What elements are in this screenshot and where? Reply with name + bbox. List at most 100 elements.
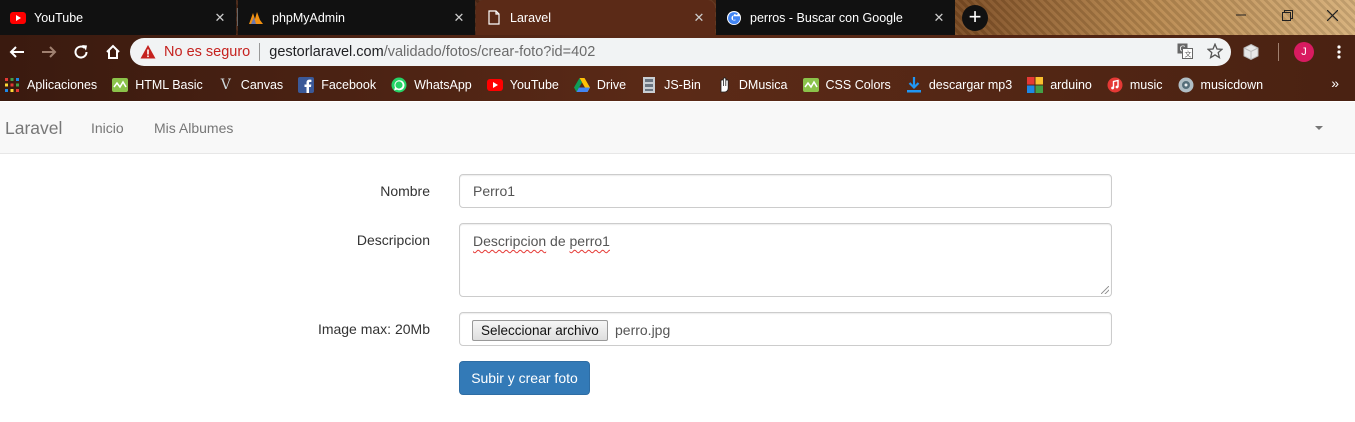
bookmark-facebook[interactable]: Facebook bbox=[298, 76, 377, 93]
jsbin-icon bbox=[641, 76, 657, 93]
bookmarks-overflow-button[interactable]: » bbox=[1331, 75, 1339, 91]
resize-handle-icon[interactable] bbox=[1101, 286, 1109, 294]
descripcion-textarea[interactable]: Descripcion de perro1 bbox=[459, 223, 1112, 297]
extension-cube-icon[interactable] bbox=[1242, 43, 1260, 61]
descripcion-word: Descripcion bbox=[473, 233, 547, 249]
apps-grid-icon bbox=[4, 77, 20, 93]
restore-button[interactable] bbox=[1264, 0, 1310, 30]
youtube-icon bbox=[486, 77, 503, 93]
home-button[interactable] bbox=[98, 37, 128, 67]
download-icon bbox=[906, 76, 922, 93]
bookmark-youtube[interactable]: YouTube bbox=[486, 77, 559, 93]
bookmark-label: descargar mp3 bbox=[928, 77, 1013, 92]
bookmarks-bar: Aplicaciones HTML Basic V Canvas Faceboo… bbox=[0, 68, 1355, 101]
bookmark-label: Facebook bbox=[321, 77, 377, 92]
browser-toolbar: No es seguro gestorlaravel.com/validado/… bbox=[0, 35, 1355, 68]
forward-arrow-icon bbox=[42, 45, 57, 58]
bookmark-css-colors[interactable]: CSS Colors bbox=[802, 77, 891, 93]
reload-icon bbox=[74, 44, 88, 59]
bookmark-label: music bbox=[1129, 77, 1163, 92]
choose-file-button[interactable]: Seleccionar archivo bbox=[472, 320, 608, 341]
selected-file-name: perro.jpg bbox=[615, 322, 671, 338]
css-colors-icon bbox=[802, 77, 819, 93]
canvas-icon: V bbox=[220, 76, 231, 93]
reload-button[interactable] bbox=[66, 37, 96, 67]
new-tab-button[interactable]: + bbox=[962, 5, 988, 31]
facebook-icon bbox=[298, 76, 315, 93]
navbar-brand[interactable]: Laravel bbox=[5, 118, 62, 139]
bookmark-descargar-mp3[interactable]: descargar mp3 bbox=[906, 76, 1013, 93]
phpmyadmin-icon bbox=[248, 10, 264, 26]
google-icon bbox=[726, 10, 742, 26]
close-window-icon bbox=[1326, 9, 1338, 21]
address-bar[interactable]: No es seguro gestorlaravel.com/validado/… bbox=[130, 38, 1231, 66]
bookmark-label: WhatsApp bbox=[414, 77, 472, 92]
nav-link-inicio[interactable]: Inicio bbox=[91, 120, 124, 136]
bookmark-music[interactable]: music bbox=[1107, 77, 1163, 93]
descripcion-word: perro1 bbox=[569, 233, 610, 249]
forward-button[interactable] bbox=[34, 37, 64, 67]
bookmark-label: Canvas bbox=[240, 77, 284, 92]
bookmark-arduino[interactable]: arduino bbox=[1027, 76, 1092, 93]
url-host: gestorlaravel.com bbox=[269, 44, 384, 60]
warning-icon bbox=[140, 45, 156, 59]
arduino-icon bbox=[1027, 76, 1044, 93]
tab-strip: YouTube ✕ phpMyAdmin ✕ Laravel ✕ perros … bbox=[0, 0, 1355, 35]
close-window-button[interactable] bbox=[1309, 0, 1355, 30]
close-icon[interactable]: ✕ bbox=[449, 10, 469, 26]
profile-avatar[interactable]: J bbox=[1294, 42, 1314, 62]
drive-icon bbox=[573, 77, 590, 93]
translate-icon[interactable]: G文 bbox=[1177, 43, 1193, 59]
tab-title: perros - Buscar con Google bbox=[750, 10, 903, 25]
tab-title: phpMyAdmin bbox=[272, 10, 345, 25]
back-arrow-icon bbox=[9, 45, 24, 58]
close-icon[interactable]: ✕ bbox=[210, 10, 230, 26]
home-icon bbox=[106, 44, 120, 59]
bookmark-drive[interactable]: Drive bbox=[573, 77, 627, 93]
nav-link-mis-albumes[interactable]: Mis Albumes bbox=[154, 120, 233, 136]
bookmark-whatsapp[interactable]: WhatsApp bbox=[391, 77, 472, 93]
user-dropdown-caret-icon[interactable] bbox=[1315, 126, 1323, 130]
security-status[interactable]: No es seguro bbox=[164, 44, 250, 60]
star-bookmark-icon[interactable] bbox=[1207, 43, 1223, 59]
nombre-input[interactable]: Perro1 bbox=[459, 174, 1112, 208]
nombre-input-value: Perro1 bbox=[473, 183, 516, 199]
dmusica-icon bbox=[716, 76, 732, 93]
tab-title: Laravel bbox=[510, 10, 551, 25]
app-navbar: Laravel Inicio Mis Albumes bbox=[0, 102, 1355, 154]
back-button[interactable] bbox=[2, 37, 32, 67]
tab-youtube[interactable]: YouTube ✕ bbox=[0, 0, 236, 35]
url-path: /validado/fotos/crear-foto?id=402 bbox=[383, 44, 596, 60]
bookmark-musicdown[interactable]: musicdown bbox=[1178, 77, 1263, 93]
submit-create-photo-button[interactable]: Subir y crear foto bbox=[459, 361, 590, 395]
document-icon bbox=[486, 10, 502, 26]
nombre-label: Nombre bbox=[380, 183, 430, 199]
restore-icon bbox=[1281, 9, 1293, 21]
close-icon[interactable]: ✕ bbox=[929, 10, 949, 26]
minimize-icon bbox=[1236, 14, 1246, 16]
musicdown-icon bbox=[1178, 77, 1194, 93]
bookmark-label: CSS Colors bbox=[825, 77, 891, 92]
kebab-menu-icon[interactable] bbox=[1331, 44, 1347, 60]
tab-laravel[interactable]: Laravel ✕ bbox=[476, 0, 715, 35]
image-file-input[interactable]: Seleccionar archivo perro.jpg bbox=[459, 312, 1112, 346]
whatsapp-icon bbox=[391, 77, 407, 93]
close-icon[interactable]: ✕ bbox=[689, 10, 709, 26]
bookmark-aplicaciones[interactable]: Aplicaciones bbox=[4, 77, 97, 93]
minimize-button[interactable] bbox=[1218, 0, 1264, 30]
tab-phpmyadmin[interactable]: phpMyAdmin ✕ bbox=[238, 0, 475, 35]
address-divider bbox=[259, 43, 261, 61]
toolbar-actions: J bbox=[1242, 37, 1347, 67]
descripcion-textarea-value: Descripcion de perro1 bbox=[473, 233, 610, 249]
music-icon bbox=[1107, 77, 1123, 93]
html-basic-icon bbox=[112, 77, 129, 93]
bookmark-html-basic[interactable]: HTML Basic bbox=[112, 77, 203, 93]
bookmark-label: JS-Bin bbox=[664, 77, 701, 92]
bookmark-dmusica[interactable]: DMusica bbox=[716, 76, 788, 93]
tab-google[interactable]: perros - Buscar con Google ✕ bbox=[716, 0, 955, 35]
toolbar-divider bbox=[1278, 43, 1279, 61]
tab-separator bbox=[237, 8, 238, 26]
bookmark-label: Drive bbox=[596, 77, 627, 92]
bookmark-canvas[interactable]: V Canvas bbox=[218, 77, 283, 93]
bookmark-js-bin[interactable]: JS-Bin bbox=[641, 76, 701, 93]
